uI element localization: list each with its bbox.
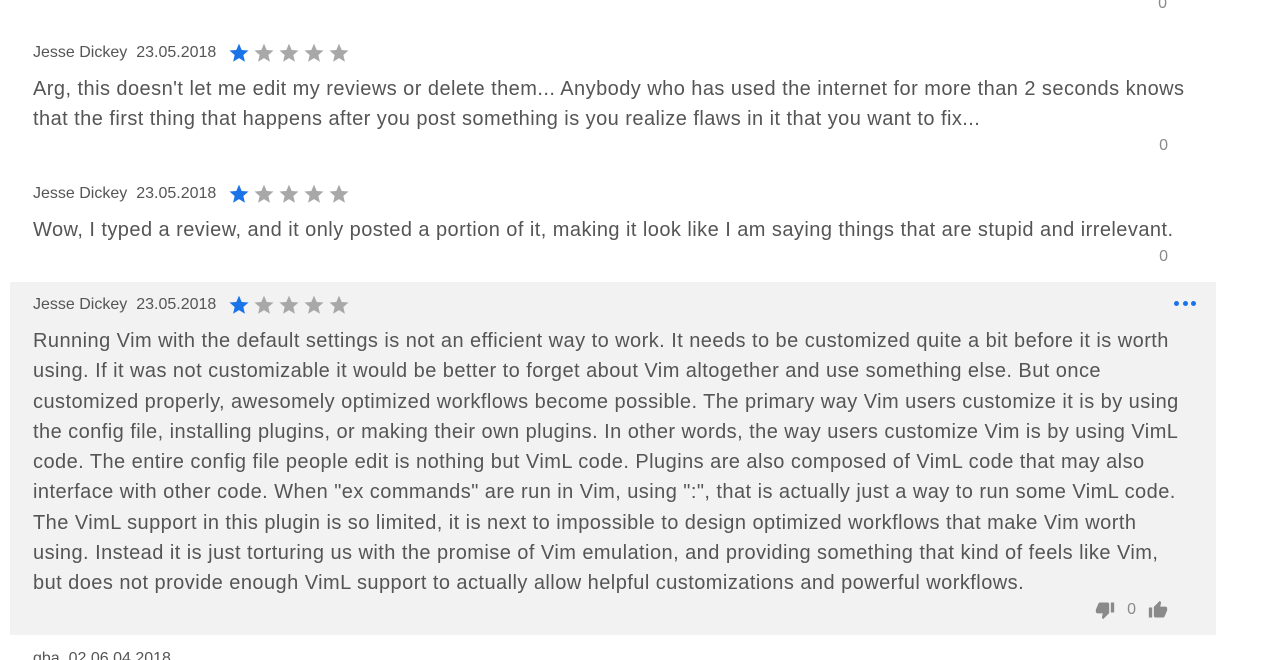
- review-meta: Jesse Dickey 23.05.2018: [33, 294, 1193, 316]
- review-author[interactable]: gba_02: [33, 650, 86, 660]
- review-item: Jesse Dickey 23.05.2018 Arg, this doesn'…: [10, 42, 1216, 162]
- star-icon: [329, 295, 349, 314]
- star-icon: [254, 295, 274, 314]
- review-text: Arg, this doesn't let me edit my reviews…: [33, 78, 1185, 131]
- review-item: Jesse Dickey 23.05.2018 Wow, I typed a r…: [10, 183, 1216, 273]
- star-icon: [229, 295, 249, 314]
- star-icon: [304, 184, 324, 203]
- review-meta: Jesse Dickey 23.05.2018: [33, 42, 1193, 64]
- star-icon: [254, 43, 274, 62]
- thumbs-down-icon[interactable]: [1095, 600, 1115, 620]
- reviews-page: 0 Jesse Dickey 23.05.2018 Arg, this does…: [0, 0, 1280, 660]
- star-rating: [228, 183, 350, 205]
- star-icon: [279, 184, 299, 203]
- thumbs-up-icon[interactable]: [1148, 600, 1168, 620]
- review-author[interactable]: Jesse Dickey: [33, 296, 127, 314]
- star-icon: [329, 184, 349, 203]
- review-footer: 0: [1159, 248, 1168, 266]
- vote-count: 0: [1159, 137, 1168, 154]
- star-icon: [304, 295, 324, 314]
- review-date: 23.05.2018: [136, 44, 217, 61]
- review-footer: 0: [1095, 600, 1168, 620]
- review-author[interactable]: Jesse Dickey: [33, 185, 127, 203]
- star-icon: [229, 184, 249, 203]
- review-footer: 0: [1159, 137, 1168, 155]
- star-icon: [254, 184, 274, 203]
- review-meta: Jesse Dickey 23.05.2018: [33, 183, 1193, 205]
- star-rating: [228, 42, 350, 64]
- vote-count: 0: [1127, 601, 1136, 618]
- star-rating: [228, 294, 350, 316]
- vote-count: 0: [1158, 0, 1167, 12]
- star-icon: [279, 43, 299, 62]
- review-date: 06.04.2018: [90, 650, 171, 660]
- review-date: 23.05.2018: [136, 296, 217, 313]
- star-icon: [279, 295, 299, 314]
- review-author[interactable]: Jesse Dickey: [33, 44, 127, 62]
- review-date: 23.05.2018: [136, 185, 217, 202]
- star-icon: [229, 43, 249, 62]
- star-icon: [304, 43, 324, 62]
- star-icon: [329, 43, 349, 62]
- more-options-icon[interactable]: [1174, 297, 1196, 309]
- review-text: Wow, I typed a review, and it only poste…: [33, 219, 1174, 241]
- review-item-partial: gba_02 06.04.2018: [33, 650, 171, 660]
- review-text: Running Vim with the default settings is…: [33, 330, 1179, 595]
- review-item[interactable]: Jesse Dickey 23.05.2018 Running Vim with…: [10, 282, 1216, 635]
- vote-count: 0: [1159, 248, 1168, 265]
